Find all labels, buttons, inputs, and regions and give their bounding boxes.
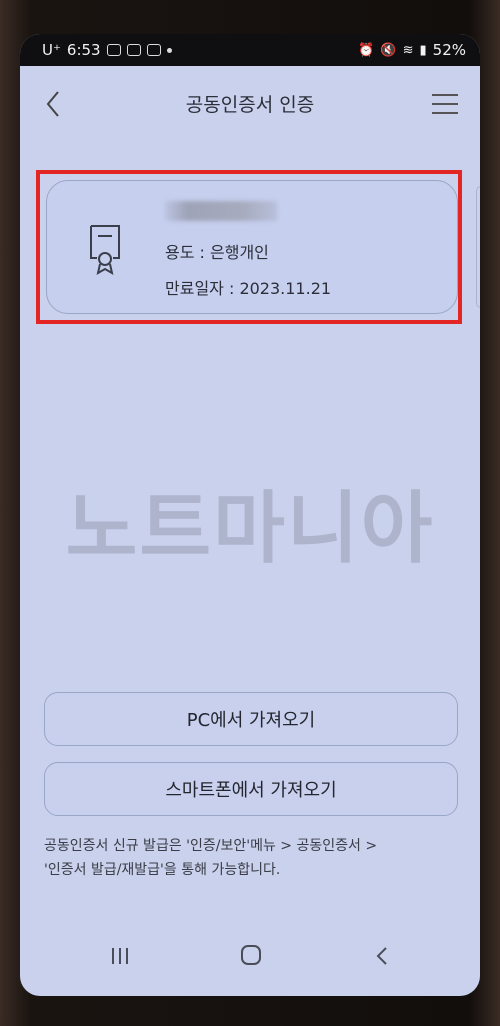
carrier-label: U⁺ <box>42 41 61 59</box>
info-text: 공동인증서 신규 발급은 '인증/보안'메뉴 > 공동인증서 > '인증서 발급… <box>44 834 464 882</box>
certificate-icon <box>90 225 120 275</box>
hamburger-menu-icon <box>432 94 458 96</box>
page-title: 공동인증서 인증 <box>185 94 315 116</box>
info-line-1: 공동인증서 신규 발급은 '인증/보안'메뉴 > 공동인증서 > <box>44 838 378 854</box>
status-bar: U⁺ 6:53 ⏰ 🔇 ≋ ▮ 52% <box>20 34 480 66</box>
certificate-name-redacted <box>165 201 277 221</box>
clock: 6:53 <box>66 41 101 59</box>
alarm-icon: ⏰ <box>358 42 375 58</box>
status-left: U⁺ 6:53 <box>42 41 172 59</box>
menu-button[interactable] <box>432 94 458 116</box>
message-icon <box>106 44 121 56</box>
screen: U⁺ 6:53 ⏰ 🔇 ≋ ▮ 52% 공동인증서 인증 용도: 은행개인 만… <box>20 34 480 996</box>
certificate-card[interactable]: 용도 : 은행개인 만료일자 : 2023.11.21 <box>46 180 458 314</box>
system-back-button[interactable] <box>374 944 390 968</box>
recents-icon <box>112 948 114 964</box>
import-from-pc-button[interactable]: PC에서 가져오기 <box>44 692 458 746</box>
status-right: ⏰ 🔇 ≋ ▮ 52% <box>358 41 466 59</box>
next-card-peek <box>476 186 480 308</box>
phone-frame: U⁺ 6:53 ⏰ 🔇 ≋ ▮ 52% 공동인증서 인증 용도: 은행개인 만… <box>0 0 500 1026</box>
certificate-usage: 용도 : 은행개인 <box>165 243 269 262</box>
app-header: 공동인증서 인증 <box>20 66 480 144</box>
system-nav-bar <box>20 926 480 996</box>
home-button[interactable] <box>241 945 261 965</box>
signal-icon: ▮ <box>419 42 427 58</box>
certificate-expiry: 만료일자 : 2023.11.21 <box>165 279 332 298</box>
recents-button[interactable] <box>112 948 128 964</box>
notification-dot-icon <box>166 47 172 53</box>
talk-icon <box>126 44 141 56</box>
watermark: 노트마니아 <box>65 484 435 574</box>
info-line-2: '인증서 발급/재발급'을 통해 가능합니다. <box>44 862 281 878</box>
import-from-phone-button[interactable]: 스마트폰에서 가져오기 <box>44 762 458 816</box>
battery-percent: 52% <box>432 41 466 59</box>
wifi-icon: ≋ <box>402 42 414 58</box>
mute-icon: 🔇 <box>380 42 397 58</box>
voicemail-icon <box>146 44 161 56</box>
